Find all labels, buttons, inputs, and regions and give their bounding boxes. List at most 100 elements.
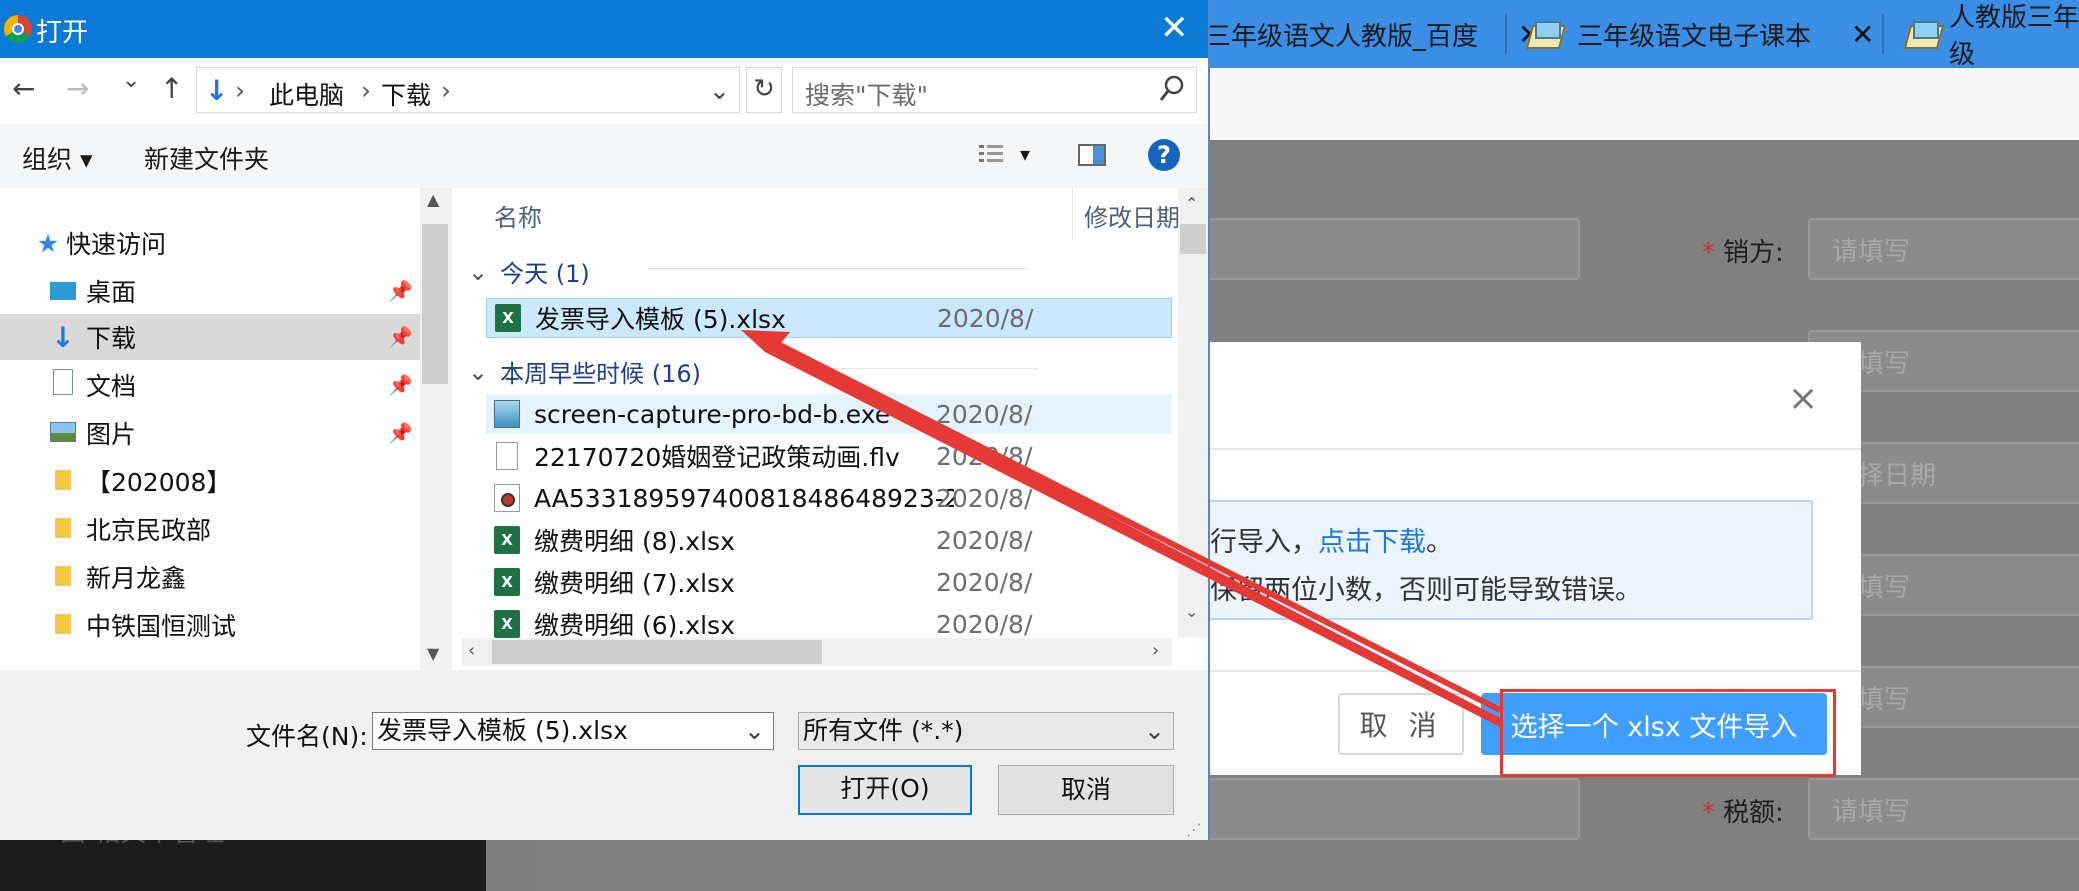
folder-icon <box>48 563 78 592</box>
sidebar-item-folder[interactable]: 北京民政部 <box>48 506 420 552</box>
divider <box>1196 448 1861 450</box>
dialog-cancel-button[interactable]: 取消 <box>998 765 1174 815</box>
up-icon[interactable]: ↑ <box>160 72 183 105</box>
pictures-icon <box>48 419 78 448</box>
sidebar-item-desktop[interactable]: 桌面 📌 <box>48 268 420 314</box>
horizontal-scrollbar[interactable]: ‹ › <box>462 638 1172 666</box>
resize-grip-icon[interactable]: ⋰ <box>1186 820 1202 839</box>
book-icon <box>1525 19 1567 49</box>
group-header-this-week[interactable]: ⌄ 本周早些时候 (16) <box>468 354 1038 389</box>
refresh-icon[interactable]: ↻ <box>746 67 782 113</box>
file-icon <box>496 442 518 470</box>
scroll-up-icon[interactable]: ▲ <box>427 190 439 209</box>
column-divider[interactable] <box>1072 188 1073 240</box>
quick-access[interactable]: ★ 快速访问 <box>36 220 456 266</box>
navigation-pane: ★ 快速访问 桌面 📌 ↓ 下载 📌 文档 📌 图片 📌 【202008】 北京… <box>0 188 450 670</box>
group-header-today[interactable]: ⌄ 今天 (1) <box>468 254 1028 289</box>
scroll-thumb[interactable] <box>492 640 822 664</box>
new-folder-button[interactable]: 新建文件夹 <box>144 140 269 176</box>
browser-tab[interactable]: 三年级语文人教版_百度 ✕ <box>1205 0 1541 68</box>
organize-menu[interactable]: 组织 ▾ <box>22 140 93 176</box>
sidebar-item-folder[interactable]: 中铁国恒测试 <box>48 602 420 648</box>
file-row[interactable]: X 缴费明细 (7).xlsx 2020/8/ <box>486 562 1042 602</box>
dialog-title: 打开 <box>36 18 89 48</box>
chevron-down-icon: ⌄ <box>468 257 489 286</box>
file-scrollbar[interactable]: ⌃ ⌄ <box>1178 188 1208 638</box>
excel-icon: X <box>494 526 520 554</box>
close-icon[interactable]: ✕ <box>1160 8 1189 48</box>
scroll-up-icon[interactable]: ⌃ <box>1185 194 1198 213</box>
view-menu-icon[interactable]: ▾ <box>1020 142 1030 166</box>
nav-scrollbar[interactable]: ▲ ▼ <box>420 188 450 670</box>
info-line: 保留两位小数，否则可能导致错误。 <box>1210 575 1642 606</box>
file-row[interactable]: X 发票导入模板 (5).xlsx 2020/8/ <box>486 298 1172 338</box>
recent-locations-icon[interactable]: ⌄ <box>122 68 140 93</box>
file-row[interactable]: AA533189597400818486489​23-20200818-1...… <box>486 478 1042 518</box>
desktop-icon <box>48 277 78 306</box>
info-alert: 行导入，点击下载。 保留两位小数，否则可能导致错误。 <box>1196 500 1813 620</box>
search-input[interactable]: 搜索"下载" <box>792 67 1197 113</box>
command-bar: 组织 ▾ 新建文件夹 ▾ ? <box>0 124 1208 189</box>
view-details-icon[interactable] <box>978 142 1004 168</box>
exe-icon <box>494 400 520 428</box>
scroll-thumb[interactable] <box>422 224 448 384</box>
browser-tab[interactable]: 人教版三年级 <box>1903 0 2079 70</box>
sidebar-item-documents[interactable]: 文档 📌 <box>48 362 420 408</box>
chevron-down-icon: ⌄ <box>468 357 489 386</box>
excel-icon: X <box>494 610 520 638</box>
open-button[interactable]: 打开(O) <box>798 765 972 815</box>
chevron-down-icon[interactable]: ⌄ <box>744 713 765 749</box>
cancel-button[interactable]: 取 消 <box>1338 693 1464 755</box>
forward-icon[interactable]: → <box>66 72 89 105</box>
pin-icon[interactable]: 📌 <box>388 373 413 397</box>
browser-tab[interactable]: 三年级语文电子课本 ✕ <box>1525 0 1874 68</box>
dialog-navbar: ← → ⌄ ↑ ↓ › 此电脑 › 下载 › ⌄ ↻ 搜索"下载" <box>0 58 1208 124</box>
pin-icon[interactable]: 📌 <box>388 279 413 303</box>
back-icon[interactable]: ← <box>12 72 35 105</box>
file-row[interactable]: X 缴费明细 (8).xlsx 2020/8/ <box>486 520 1042 560</box>
tax-label: * 税额: <box>1702 798 1784 828</box>
download-link[interactable]: 点击下载 <box>1318 527 1426 558</box>
breadcrumb-this-pc[interactable]: 此电脑 <box>269 76 344 112</box>
folder-icon <box>48 515 78 544</box>
tab-title: 人教版三年级 <box>1949 3 2079 70</box>
tab-close-icon[interactable]: ✕ <box>1851 18 1874 51</box>
seller-label: * 销方: <box>1702 238 1784 268</box>
sidebar-item-folder[interactable]: 【202008】 <box>48 458 420 504</box>
column-header-name[interactable]: 名称 <box>494 198 542 233</box>
file-row[interactable]: 22170720婚姻登记政策动画.flv 2020/8/ <box>486 436 1042 476</box>
tax-input[interactable]: 请填写 <box>1808 778 2079 840</box>
book-icon <box>1903 19 1945 49</box>
scroll-right-icon[interactable]: › <box>1152 640 1159 661</box>
column-header-modified[interactable]: 修改日期 <box>1084 198 1180 233</box>
sidebar-item-folder[interactable]: 新月龙鑫 <box>48 554 420 600</box>
dialog-footer: 文件名(N): 发票导入模板 (5).xlsx ⌄ 所有文件 (*.*) ⌄ 打… <box>0 670 1208 840</box>
scroll-down-icon[interactable]: ⌄ <box>1185 602 1198 621</box>
scroll-thumb[interactable] <box>1180 224 1206 254</box>
breadcrumb-downloads[interactable]: 下载 <box>381 76 431 112</box>
chevron-down-icon[interactable]: ⌄ <box>709 76 730 105</box>
filetype-select[interactable]: 所有文件 (*.*) ⌄ <box>798 712 1174 750</box>
chrome-icon <box>4 15 32 43</box>
info-line: 行导入，点击下载。 <box>1210 527 1453 558</box>
tab-separator <box>1882 14 1884 54</box>
folder-icon <box>48 467 78 496</box>
video-icon <box>494 484 520 512</box>
scroll-left-icon[interactable]: ‹ <box>468 640 475 661</box>
address-bar[interactable]: ↓ › 此电脑 › 下载 › ⌄ <box>196 67 740 113</box>
help-icon[interactable]: ? <box>1148 139 1180 171</box>
filename-field[interactable]: 发票导入模板 (5).xlsx ⌄ <box>372 712 774 750</box>
seller-input[interactable]: 请填写 <box>1808 218 2079 280</box>
file-row[interactable]: screen-capture-pro-bd-b.exe 2020/8/ <box>486 394 1172 434</box>
pin-icon[interactable]: 📌 <box>388 325 413 349</box>
download-icon: ↓ <box>51 320 75 354</box>
excel-icon: X <box>494 568 520 596</box>
sidebar-item-downloads[interactable]: ↓ 下载 📌 <box>0 314 420 360</box>
tab-title: 三年级语文电子课本 <box>1577 21 1812 52</box>
close-icon[interactable]: × <box>1788 378 1818 419</box>
sidebar-item-pictures[interactable]: 图片 📌 <box>48 410 420 456</box>
pin-icon[interactable]: 📌 <box>388 421 413 445</box>
folder-icon <box>48 611 78 640</box>
preview-pane-icon[interactable] <box>1078 142 1106 168</box>
scroll-down-icon[interactable]: ▼ <box>427 644 439 663</box>
